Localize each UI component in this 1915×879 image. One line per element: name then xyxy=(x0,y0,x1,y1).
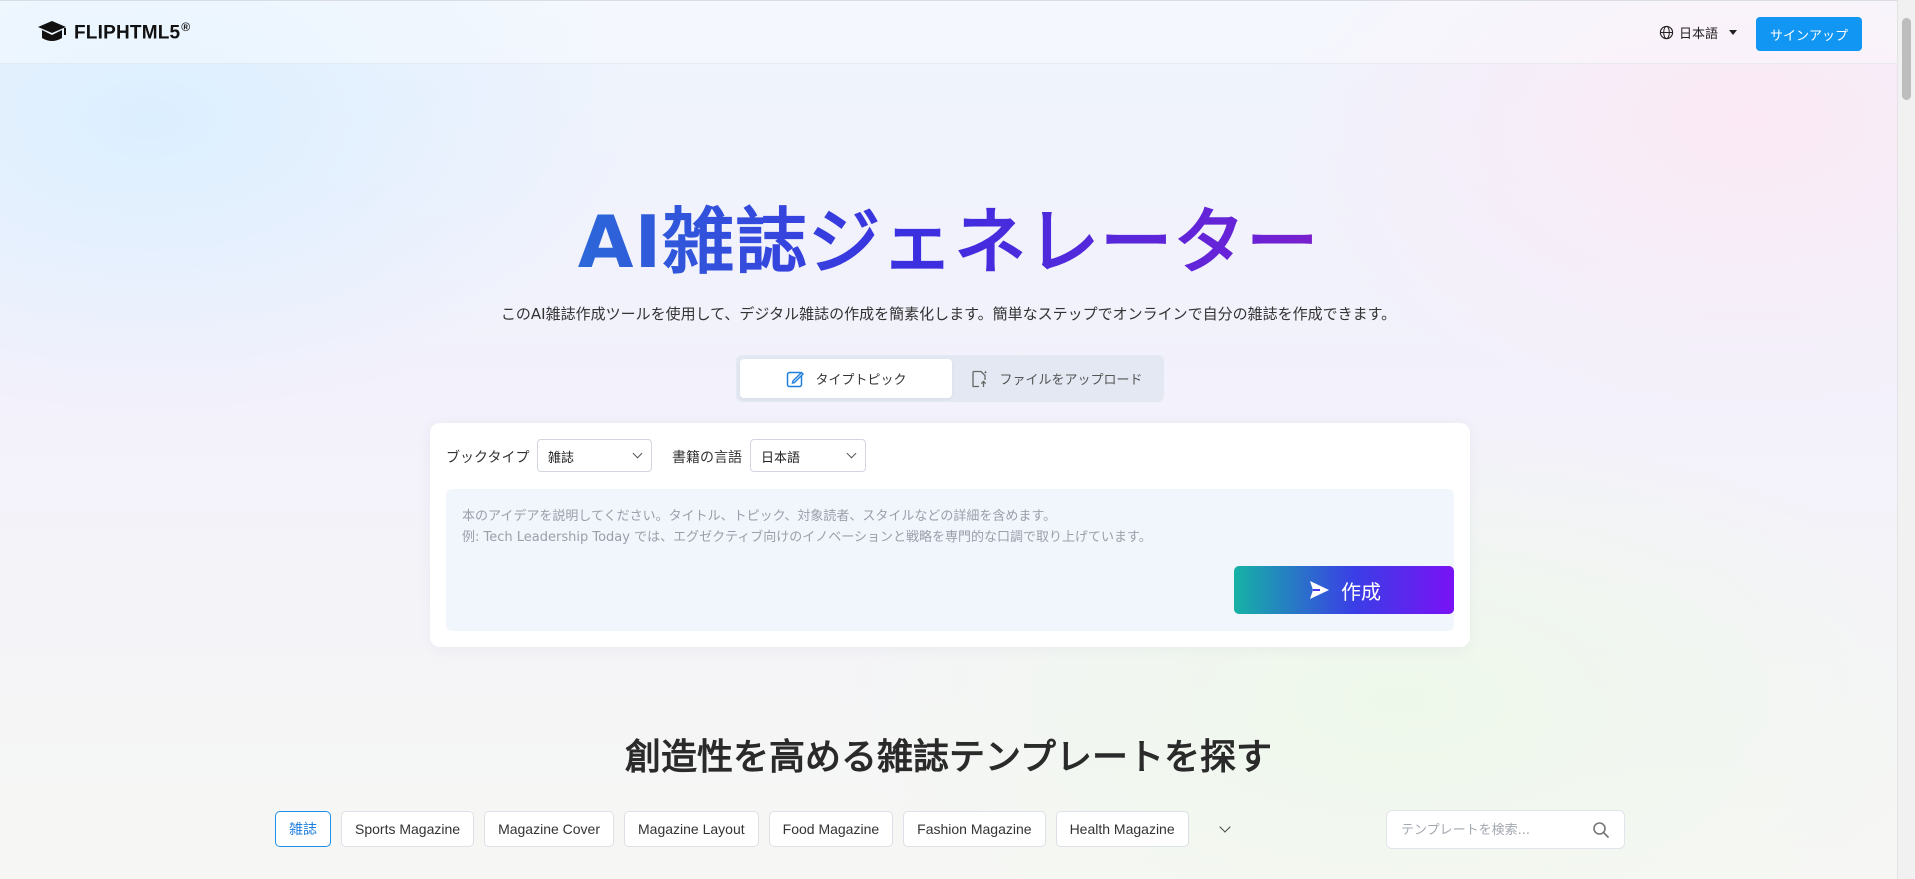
input-mode-tabs: タイプトピック ファイルをアップロード xyxy=(736,355,1164,402)
brand-logo[interactable]: FLIPHTML5® xyxy=(36,19,190,45)
chevron-down-icon xyxy=(632,448,643,459)
book-type-value: 雑誌 xyxy=(548,451,575,466)
generator-form: ブックタイプ 雑誌 書籍の言語 日本語 本のアイデアを説明してください。タイトル… xyxy=(430,423,1470,647)
idea-textarea[interactable]: 本のアイデアを説明してください。タイトル、トピック、対象読者、スタイルなどの詳細… xyxy=(446,489,1454,631)
templates-section-title: 創造性を高める雑誌テンプレートを探す xyxy=(625,737,1272,778)
page-scrollbar[interactable] xyxy=(1897,0,1915,879)
book-language-label: 書籍の言語 xyxy=(672,450,742,466)
category-chip-magazine[interactable]: 雑誌 xyxy=(275,811,331,847)
signup-button[interactable]: サインアップ xyxy=(1756,17,1862,51)
brand-registered-mark: ® xyxy=(181,19,191,34)
book-type-label: ブックタイプ xyxy=(446,450,530,466)
chevron-down-icon xyxy=(846,448,857,459)
category-chip-magazine-cover[interactable]: Magazine Cover xyxy=(484,811,614,847)
category-chip-food-magazine[interactable]: Food Magazine xyxy=(768,811,894,847)
category-chip-health-magazine[interactable]: Health Magazine xyxy=(1055,811,1189,847)
category-chip-fashion-magazine[interactable]: Fashion Magazine xyxy=(903,811,1046,847)
brand-name: FLIPHTML5 xyxy=(74,22,181,44)
template-search-input[interactable] xyxy=(1401,820,1581,840)
book-type-select[interactable]: 雑誌 xyxy=(537,439,652,472)
send-icon xyxy=(1310,581,1329,599)
caret-down-icon xyxy=(1729,30,1738,35)
book-language-select[interactable]: 日本語 xyxy=(750,439,866,472)
create-button-label: 作成 xyxy=(1341,579,1381,604)
language-label: 日本語 xyxy=(1679,27,1719,42)
category-chip-magazine-layout[interactable]: Magazine Layout xyxy=(624,811,759,847)
file-upload-icon xyxy=(972,370,988,387)
idea-placeholder-line-2: 例: Tech Leadership Today では、エグゼクティブ向けのイノ… xyxy=(462,530,1152,545)
tab-type-topic[interactable]: タイプトピック xyxy=(740,359,952,398)
template-category-chips: 雑誌 Sports Magazine Magazine Cover Magazi… xyxy=(275,811,1231,847)
tab-upload-file[interactable]: ファイルをアップロード xyxy=(952,359,1160,398)
book-language-value: 日本語 xyxy=(761,451,801,466)
page-subtitle: このAI雑誌作成ツールを使用して、デジタル雑誌の作成を簡素化します。簡単なステッ… xyxy=(500,305,1397,323)
edit-icon xyxy=(787,371,805,387)
scrollbar-thumb[interactable] xyxy=(1902,18,1911,100)
logo-book-icon xyxy=(38,21,66,41)
idea-placeholder-line-1: 本のアイデアを説明してください。タイトル、トピック、対象読者、スタイルなどの詳細… xyxy=(462,509,1057,524)
search-icon[interactable] xyxy=(1592,821,1610,839)
template-search xyxy=(1386,810,1625,849)
language-selector[interactable]: 日本語 xyxy=(1659,23,1738,42)
create-button[interactable]: 作成 xyxy=(1234,566,1454,614)
category-chip-sports-magazine[interactable]: Sports Magazine xyxy=(341,811,475,847)
tab-type-topic-label: タイプトピック xyxy=(815,373,907,388)
more-categories-chevron-icon[interactable] xyxy=(1218,820,1231,833)
top-header: FLIPHTML5® 日本語 サインアップ xyxy=(0,0,1897,64)
globe-icon xyxy=(1659,25,1674,40)
tab-upload-file-label: ファイルをアップロード xyxy=(999,373,1143,388)
page-title: AI雑誌ジェネレーター xyxy=(0,200,1897,284)
